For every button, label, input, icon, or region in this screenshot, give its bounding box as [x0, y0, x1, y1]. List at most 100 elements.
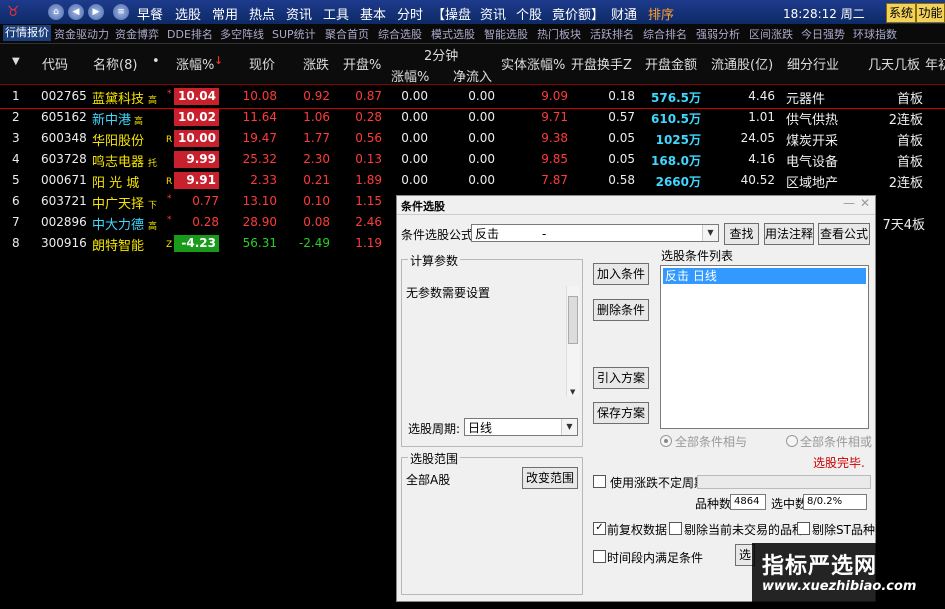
system-button[interactable]: 系统 [886, 3, 916, 23]
header-change[interactable]: 涨跌 [303, 54, 329, 73]
list-item[interactable]: 反击 日线 [663, 268, 866, 284]
usage-notes-button[interactable]: 用法注释 [764, 223, 814, 245]
view-formula-button[interactable]: 查看公式 [818, 223, 870, 245]
period-select[interactable]: 日线 ▼ [464, 418, 578, 436]
header-price[interactable]: 现价 [249, 54, 275, 73]
tab-range-change[interactable]: 区间涨跌 [749, 26, 793, 42]
menu-item-basic[interactable]: 基本 [360, 4, 386, 23]
tab-sup-stats[interactable]: SUP统计 [272, 26, 316, 42]
menu-item-common[interactable]: 常用 [212, 4, 238, 23]
menu-item-timeshare[interactable]: 分时 [397, 4, 423, 23]
tab-smart-pick[interactable]: 智能选股 [484, 26, 528, 42]
menu-item-auction[interactable]: 竟价额】 [552, 4, 604, 23]
header-industry[interactable]: 细分行业 [787, 54, 839, 73]
use-period-checkbox[interactable] [593, 475, 606, 488]
tab-pattern-pick[interactable]: 模式选股 [431, 26, 475, 42]
header-change-pct[interactable]: 涨幅% [176, 54, 214, 73]
change: -2.49 [298, 236, 330, 250]
open-pct: 0.56 [355, 131, 382, 145]
home-icon[interactable]: ⌂ [48, 4, 64, 20]
tab-quotes[interactable]: 行情报价 [3, 25, 51, 41]
time-period-label: 时间段内满足条件 [607, 551, 704, 565]
header-open-pct[interactable]: 开盘% [343, 54, 381, 73]
menu-item-hotspot[interactable]: 热点 [249, 4, 275, 23]
table-row[interactable]: 2 605162 新中港 高 10.02 11.64 1.06 0.28 0.0… [0, 108, 945, 129]
formula-select[interactable]: 反击 - ▼ [471, 224, 719, 242]
condition-list[interactable]: 反击 日线 [660, 265, 869, 429]
find-button[interactable]: 查找 [724, 223, 759, 245]
price: 25.32 [242, 152, 277, 166]
change-range-button[interactable]: 改变范围 [522, 467, 578, 489]
stock-name: 中广天择 [92, 197, 145, 212]
time-period-checkbox[interactable] [593, 550, 606, 563]
header-year[interactable]: 年初 [925, 54, 945, 73]
table-row[interactable]: 4 603728 鸣志电器 托 9.99 25.32 2.30 0.13 0.0… [0, 150, 945, 171]
menu-item-sort[interactable]: 排序 [648, 4, 674, 23]
header-two-min-inflow[interactable]: 净流入 [453, 66, 492, 85]
open-turnover: 0.05 [608, 152, 635, 166]
function-button[interactable]: 功能 [916, 3, 945, 23]
menu-item-tools[interactable]: 工具 [323, 4, 349, 23]
save-scheme-button[interactable]: 保存方案 [593, 402, 649, 424]
column-menu-icon[interactable]: ▼ [12, 56, 20, 67]
tab-composite-rank[interactable]: 综合排名 [643, 26, 687, 42]
import-scheme-button[interactable]: 引入方案 [593, 367, 649, 389]
chevron-down-icon[interactable]: ▼ [561, 419, 577, 435]
period-value: 日线 [468, 421, 493, 435]
delete-condition-button[interactable]: 删除条件 [593, 299, 649, 321]
header-open-amount[interactable]: 开盘金额 [645, 54, 697, 73]
chevron-down-icon[interactable]: ▼ [702, 225, 718, 241]
exclude-untraded-checkbox[interactable] [669, 522, 682, 535]
table-row[interactable]: 5 000671 阳 光 城 R 9.91 2.33 0.21 1.89 0.0… [0, 171, 945, 192]
tab-capital-game[interactable]: 资金博弈 [115, 26, 159, 42]
add-condition-button[interactable]: 加入条件 [593, 263, 649, 285]
close-icon[interactable]: ✕ [860, 196, 870, 210]
tab-hot-sectors[interactable]: 热门板块 [537, 26, 581, 42]
menu-down-icon[interactable]: ≡ [113, 4, 129, 20]
forward-icon[interactable]: ▶ [88, 4, 104, 20]
menu-item-news[interactable]: 资讯 [286, 4, 312, 23]
header-body-pct[interactable]: 实体涨幅% [501, 54, 565, 73]
header-open-turnover[interactable]: 开盘换手Z [571, 54, 632, 73]
adjust-checkbox[interactable]: ✓ [593, 522, 606, 535]
menu-item-stock[interactable]: 个股 [516, 4, 542, 23]
header-float-cap[interactable]: 流通股(亿) [711, 54, 773, 73]
header-code[interactable]: 代码 [42, 54, 68, 73]
exclude-st-label: 剔除ST品种 [812, 523, 875, 537]
tab-today-strong[interactable]: 今日强势 [801, 26, 845, 42]
stock-flag: Z [166, 240, 173, 250]
menu-item-news-2[interactable]: 资讯 [480, 4, 506, 23]
header-name[interactable]: 名称(8) [93, 54, 137, 73]
scroll-down-icon[interactable]: ▼ [570, 388, 575, 396]
radio-all-and[interactable] [660, 435, 672, 447]
table-row[interactable]: 1 002765 蓝黛科技 高 * 10.04 10.08 0.92 0.87 … [0, 87, 945, 109]
tab-long-short[interactable]: 多空阵线 [220, 26, 264, 42]
tab-aggregate-home[interactable]: 聚合首页 [325, 26, 369, 42]
tab-composite-pick[interactable]: 综合选股 [378, 26, 422, 42]
stock-name: 华阳股份 [92, 134, 145, 149]
tab-strength-analysis[interactable]: 强弱分析 [696, 26, 740, 42]
dialog-titlebar[interactable]: 条件选股 — ✕ [397, 196, 875, 215]
params-scrollbar[interactable]: ▼ [566, 286, 579, 396]
stock-name: 新中港 [92, 113, 132, 128]
minimize-icon[interactable]: — [843, 196, 855, 210]
header-limit-days[interactable]: 几天几板 [868, 54, 920, 73]
table-row[interactable]: 3 600348 华阳股份 R 10.00 19.47 1.77 0.56 0.… [0, 129, 945, 150]
sort-arrow-icon: ↓ [214, 54, 224, 67]
exclude-st-checkbox[interactable] [797, 522, 810, 535]
radio-all-or[interactable] [786, 435, 798, 447]
tab-capital-drive[interactable]: 资金驱动力 [54, 26, 109, 42]
two-min-inflow: 0.00 [468, 110, 495, 124]
back-icon[interactable]: ◀ [68, 4, 84, 20]
menu-item-caitong[interactable]: 财通 [611, 4, 637, 23]
menu-item-stock-pick[interactable]: 选股 [175, 4, 201, 23]
range-group: 选股范围 全部A股 改变范围 [401, 450, 583, 595]
menu-item-breakfast[interactable]: 早餐 [137, 4, 163, 23]
dialog-title: 条件选股 [401, 200, 445, 213]
tab-global-index[interactable]: 环球指数 [853, 26, 897, 42]
menu-item-trading[interactable]: 【操盘 [432, 4, 471, 23]
tab-active-rank[interactable]: 活跃排名 [590, 26, 634, 42]
tab-dde-rank[interactable]: DDE排名 [167, 26, 213, 42]
body-pct: 9.38 [541, 131, 568, 145]
header-two-min-pct[interactable]: 涨幅% [391, 66, 429, 85]
